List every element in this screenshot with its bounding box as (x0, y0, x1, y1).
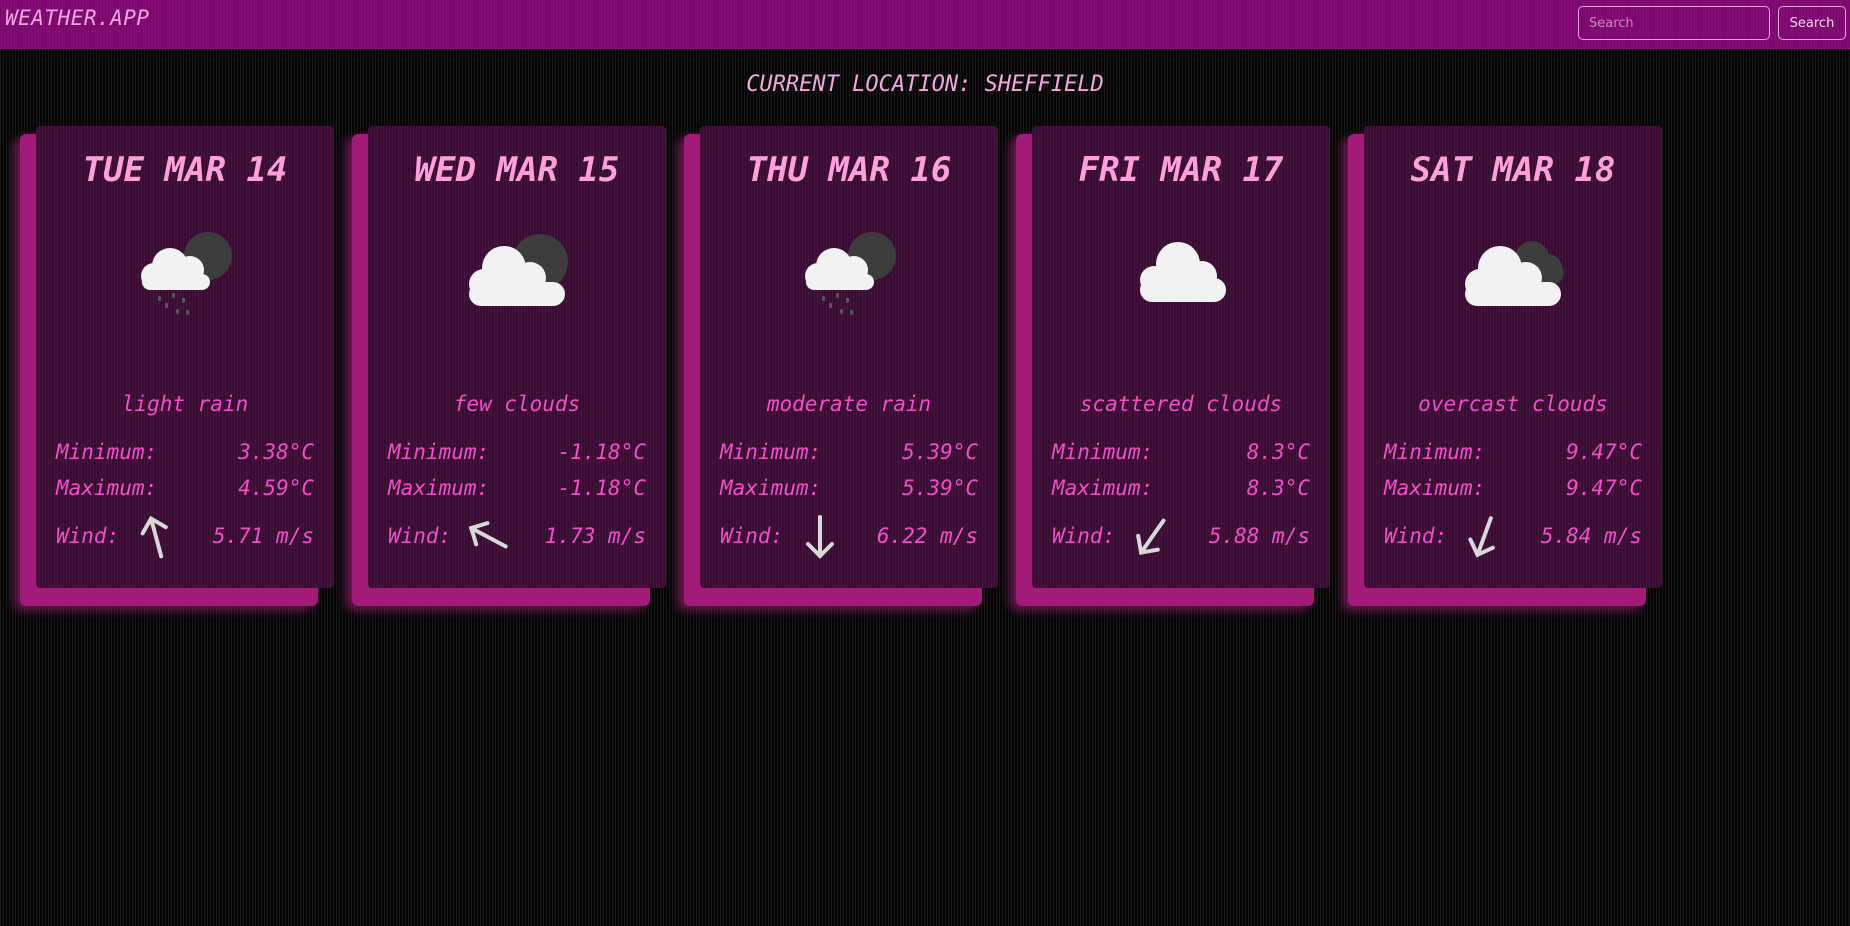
forecast-card: FRI MAR 17 scattered clouds Minimum: 8.3… (1016, 126, 1330, 606)
wind-value: 5.84 m/s (1540, 524, 1642, 548)
wind-label: Wind: (1384, 524, 1448, 548)
rain-cloud-night-icon (120, 218, 250, 328)
max-value: 8.3°C (1246, 476, 1310, 500)
arrow-up-left-icon (466, 512, 510, 562)
wind-label: Wind: (56, 524, 120, 548)
min-label: Minimum: (720, 440, 822, 464)
search-button[interactable]: Search (1778, 6, 1846, 40)
max-value: 5.39°C (902, 476, 978, 500)
current-location: CURRENT LOCATION: SHEFFIELD (746, 72, 1104, 97)
weather-description: light rain (121, 392, 249, 416)
min-temp-row: Minimum: 3.38°C (56, 440, 314, 468)
min-temp-row: Minimum: 5.39°C (720, 440, 978, 468)
min-label: Minimum: (1384, 440, 1486, 464)
forecast-date: THU MAR 16 (746, 150, 952, 190)
overcast-clouds-icon (1448, 218, 1578, 328)
wind-value: 6.22 m/s (876, 524, 978, 548)
min-value: 3.38°C (238, 440, 314, 464)
cloud-icon (1116, 218, 1246, 328)
min-label: Minimum: (1052, 440, 1154, 464)
forecast-date: TUE MAR 14 (82, 150, 288, 190)
wind-label: Wind: (1052, 524, 1116, 548)
wind-row: Wind: 6.22 m/s (720, 515, 978, 559)
wind-value: 5.88 m/s (1208, 524, 1310, 548)
wind-row: Wind: 5.71 m/s (56, 515, 314, 559)
card-body: SAT MAR 18 overcast clouds Minimum: 9.47… (1364, 126, 1662, 588)
forecast-date: FRI MAR 17 (1078, 150, 1284, 190)
min-temp-row: Minimum: -1.18°C (388, 440, 646, 468)
arrow-down-left-icon (1462, 512, 1506, 562)
weather-description: few clouds (453, 392, 581, 416)
arrow-down-icon (798, 512, 842, 562)
max-label: Maximum: (388, 476, 490, 500)
max-temp-row: Maximum: -1.18°C (388, 476, 646, 504)
max-temp-row: Maximum: 4.59°C (56, 476, 314, 504)
arrow-up-icon (134, 512, 178, 562)
max-temp-row: Maximum: 8.3°C (1052, 476, 1310, 504)
weather-description: moderate rain (766, 392, 932, 416)
weather-description: overcast clouds (1418, 392, 1608, 416)
card-body: THU MAR 16 moderate rain Minimum: 5.39°C… (700, 126, 998, 588)
max-label: Maximum: (1052, 476, 1154, 500)
forecast-date: SAT MAR 18 (1410, 150, 1616, 190)
forecast-card: TUE MAR 14 light rain Minimum: 3.38°C Ma… (20, 126, 334, 606)
wind-row: Wind: 5.84 m/s (1384, 516, 1642, 558)
forecast-date: WED MAR 15 (414, 150, 620, 190)
max-label: Maximum: (56, 476, 158, 500)
wind-row: Wind: 1.73 m/s (388, 521, 646, 552)
min-temp-row: Minimum: 9.47°C (1384, 440, 1642, 468)
arrow-down-left-icon (1130, 512, 1174, 562)
rain-cloud-night-icon (784, 218, 914, 328)
min-label: Minimum: (56, 440, 158, 464)
wind-label: Wind: (720, 524, 784, 548)
max-label: Maximum: (720, 476, 822, 500)
min-value: 5.39°C (902, 440, 978, 464)
forecast-card: THU MAR 16 moderate rain Minimum: 5.39°C… (684, 126, 998, 606)
card-body: TUE MAR 14 light rain Minimum: 3.38°C Ma… (36, 126, 334, 588)
max-value: 9.47°C (1566, 476, 1642, 500)
min-label: Minimum: (388, 440, 490, 464)
search-input[interactable] (1578, 6, 1770, 40)
forecast-card: SAT MAR 18 overcast clouds Minimum: 9.47… (1348, 126, 1662, 606)
max-label: Maximum: (1384, 476, 1486, 500)
forecast-card: WED MAR 15 few clouds Minimum: -1.18°C M… (352, 126, 666, 606)
brand-logo[interactable]: WEATHER.APP (5, 6, 150, 30)
max-temp-row: Maximum: 9.47°C (1384, 476, 1642, 504)
card-body: WED MAR 15 few clouds Minimum: -1.18°C M… (368, 126, 666, 588)
min-value: 8.3°C (1246, 440, 1310, 464)
wind-row: Wind: 5.88 m/s (1052, 518, 1310, 555)
min-value: 9.47°C (1566, 440, 1642, 464)
min-temp-row: Minimum: 8.3°C (1052, 440, 1310, 468)
max-temp-row: Maximum: 5.39°C (720, 476, 978, 504)
max-value: -1.18°C (557, 476, 646, 500)
card-body: FRI MAR 17 scattered clouds Minimum: 8.3… (1032, 126, 1330, 588)
cloud-night-icon (452, 218, 582, 328)
min-value: -1.18°C (557, 440, 646, 464)
weather-description: scattered clouds (1079, 392, 1283, 416)
wind-value: 5.71 m/s (212, 524, 314, 548)
max-value: 4.59°C (238, 476, 314, 500)
wind-label: Wind: (388, 524, 452, 548)
top-navbar: WEATHER.APP Search (0, 0, 1850, 49)
wind-value: 1.73 m/s (544, 524, 646, 548)
